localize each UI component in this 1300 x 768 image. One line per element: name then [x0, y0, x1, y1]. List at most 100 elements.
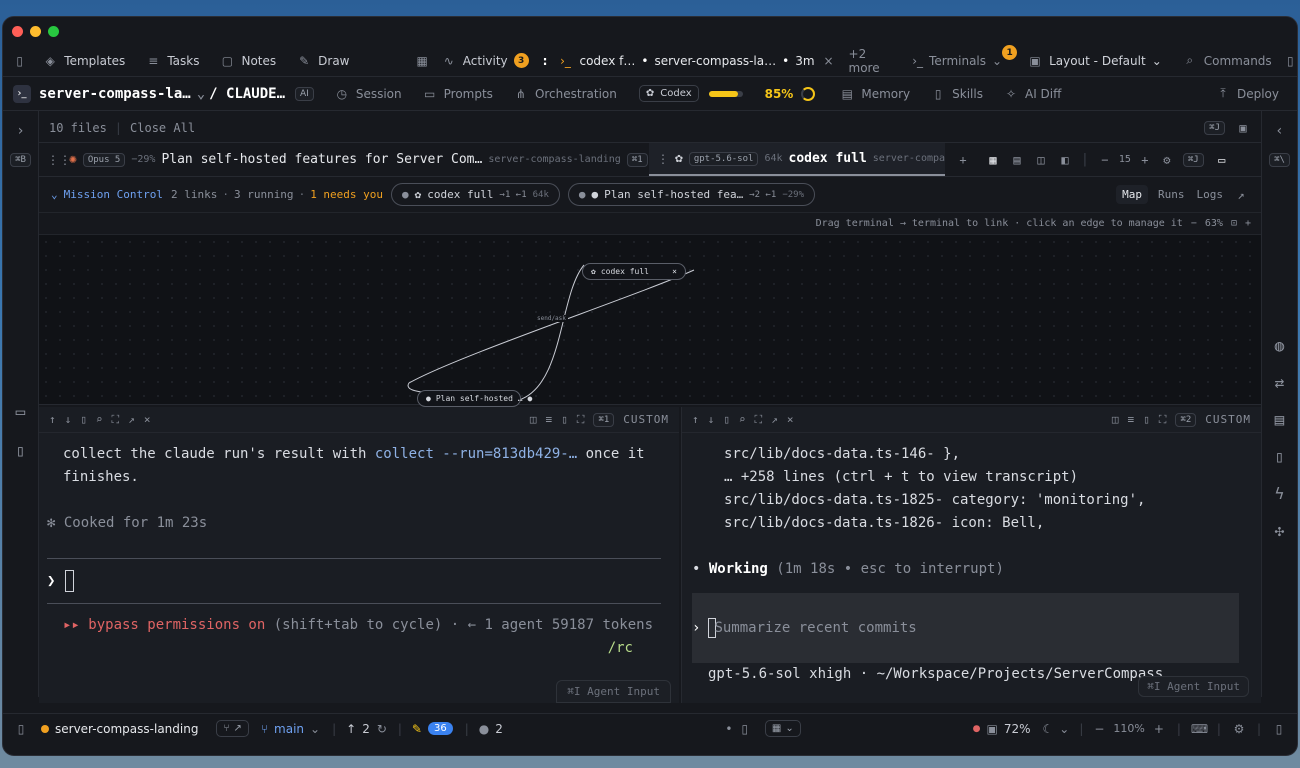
search-icon[interactable]: ⌕: [96, 413, 103, 426]
maximize-window-button[interactable]: [48, 25, 59, 37]
branch-selector[interactable]: ⑂ main ⌄: [261, 722, 320, 736]
fit-icon[interactable]: ⊡: [1231, 218, 1237, 229]
edge-a[interactable]: [518, 264, 585, 401]
arrow-up-icon[interactable]: ↑: [49, 413, 56, 426]
expand-icon[interactable]: ⛶: [1159, 413, 1167, 427]
columns-layout-icon[interactable]: ◫: [1033, 153, 1049, 167]
gear-icon[interactable]: ⚙: [1159, 153, 1175, 167]
skills-button[interactable]: ▯ Skills: [930, 87, 983, 101]
ai-diff-button[interactable]: ✧ AI Diff: [1003, 87, 1061, 101]
commands-button[interactable]: ⌕ Commands: [1182, 53, 1271, 68]
expand-icon[interactable]: ⛶: [577, 413, 585, 427]
session-button[interactable]: ◷ Session: [334, 87, 402, 101]
edits-badge[interactable]: ✎ 36: [412, 722, 453, 736]
session-tab-codex[interactable]: ›_ codex f…: [557, 54, 635, 68]
draw-button[interactable]: ✎ Draw: [296, 54, 349, 68]
file-icon[interactable]: ▯: [1143, 413, 1150, 426]
edge-b[interactable]: [407, 269, 695, 394]
expand-icon[interactable]: ⛶: [755, 413, 763, 427]
close-all-button[interactable]: Close All: [130, 121, 195, 135]
memory-button[interactable]: ▤ Memory: [839, 87, 910, 101]
rows-layout-icon[interactable]: ▤: [1009, 153, 1025, 167]
node-plan-self-hosted[interactable]: ● Plan self-hosted … ●: [417, 390, 532, 407]
zoom-out-icon[interactable]: −: [1097, 153, 1113, 167]
globe-icon[interactable]: ◍: [1262, 336, 1297, 355]
phone-icon[interactable]: ▯: [1262, 447, 1297, 466]
expand-icon[interactable]: ⛶: [112, 413, 120, 427]
trash-icon[interactable]: ▯: [80, 413, 87, 426]
mission-control-label[interactable]: Mission Control: [64, 188, 163, 201]
deploy-button[interactable]: ⤒ Deploy: [1215, 86, 1279, 101]
dot-icon[interactable]: •: [721, 722, 737, 736]
swap-icon[interactable]: ⇄: [1262, 373, 1297, 392]
input-box[interactable]: › Summarize recent commits: [692, 593, 1239, 663]
grid-layout-icon[interactable]: ▦: [985, 153, 1001, 167]
theme-toggle[interactable]: ☾ ⌄: [1043, 722, 1070, 736]
layout-chip[interactable]: ▦ ⌄: [764, 720, 801, 737]
list-icon[interactable]: ≡: [1127, 413, 1134, 426]
runs-tab[interactable]: Runs: [1158, 188, 1185, 201]
file-icon[interactable]: ▯: [3, 441, 38, 460]
tab-plan-self-hosted[interactable]: ⋮⋮ ✺ Opus 5 −29% Plan self-hosted featur…: [39, 143, 649, 176]
gear-icon[interactable]: ⚙: [1231, 722, 1247, 736]
split-icon[interactable]: ◫: [1112, 413, 1119, 426]
keyboard-icon[interactable]: ⌨: [1191, 722, 1208, 736]
prompts-button[interactable]: ▭ Prompts: [422, 87, 493, 101]
chevron-down-icon[interactable]: ⌄: [51, 188, 58, 201]
terminal-right[interactable]: ↑ ↓ ▯ ⌕ ⛶ ↗ × ◫ ≡ ▯ ⛶ ⌘2 CUSTOM src/lib/…: [681, 407, 1261, 703]
agent-input-button[interactable]: ⌘I Agent Input: [1138, 676, 1249, 697]
arrow-up-icon[interactable]: ↑: [692, 413, 699, 426]
arrow-down-icon[interactable]: ↓: [708, 413, 715, 426]
terminals-button[interactable]: ›_ Terminals ⌄ 1: [912, 45, 1023, 68]
popout-icon[interactable]: ↗: [128, 413, 135, 426]
map-tab[interactable]: Map: [1116, 185, 1148, 204]
chevron-left-icon[interactable]: ‹: [1262, 123, 1297, 139]
trash-icon[interactable]: ▯: [723, 413, 730, 426]
close-icon[interactable]: ×: [672, 267, 677, 276]
close-icon[interactable]: ×: [144, 413, 151, 426]
zoom-in-icon[interactable]: +: [1245, 218, 1251, 229]
logs-tab[interactable]: Logs: [1197, 188, 1224, 201]
panel-toggle-icon[interactable]: ▯: [1284, 54, 1297, 68]
close-window-button[interactable]: [12, 25, 23, 37]
cpu-indicator[interactable]: ● ▣ 72%: [973, 722, 1031, 736]
chevron-right-icon[interactable]: ›: [3, 123, 38, 139]
activity-button[interactable]: ∿ Activity 3: [441, 53, 529, 68]
ahead-count[interactable]: ↑ 2: [346, 722, 370, 736]
agent-input-button[interactable]: ⌘I Agent Input: [556, 680, 671, 703]
node-codex-full[interactable]: ✿ codex full ×: [582, 263, 686, 280]
close-icon[interactable]: ×: [821, 54, 837, 68]
file-path[interactable]: / CLAUDE…: [209, 86, 285, 102]
grid-icon[interactable]: ▦: [415, 54, 428, 68]
database-icon[interactable]: ▤: [1262, 410, 1297, 429]
panel-bottom-icon[interactable]: ▭: [1214, 153, 1230, 167]
puzzle-icon[interactable]: ✣: [1262, 521, 1297, 540]
file-icon[interactable]: ▯: [561, 413, 568, 426]
templates-button[interactable]: ◈ Templates: [42, 54, 126, 68]
zoom-out-icon[interactable]: −: [1091, 722, 1107, 736]
list-icon[interactable]: ≡: [545, 413, 552, 426]
input-line[interactable]: ❯: [47, 559, 655, 603]
pill-plan-self-hosted[interactable]: ● ● Plan self-hosted fea… →2 ←1 −29%: [567, 183, 815, 206]
session-tab-server[interactable]: server-compass-la… • 3m ×: [654, 54, 836, 68]
project-selector[interactable]: server-compass-la… ⌄: [39, 86, 205, 102]
zoom-in-icon[interactable]: +: [1151, 722, 1167, 736]
pill-codex-full[interactable]: ● ✿ codex full →1 ←1 64k: [391, 183, 560, 206]
split-icon[interactable]: ◫: [530, 413, 537, 426]
archive-icon[interactable]: ▣: [1235, 121, 1251, 135]
status-project[interactable]: server-compass-landing: [55, 722, 198, 736]
external-link-icon[interactable]: ↗: [1233, 188, 1249, 202]
folder-icon[interactable]: ▭: [3, 402, 38, 421]
zoom-out-icon[interactable]: −: [1191, 218, 1197, 229]
bolt-icon[interactable]: ϟ: [1262, 484, 1297, 503]
more-sessions[interactable]: +2 more: [849, 47, 893, 75]
codex-badge[interactable]: ✿ Codex: [638, 85, 699, 102]
tasks-button[interactable]: ≡ Tasks: [145, 54, 199, 68]
add-tab-icon[interactable]: +: [955, 153, 971, 167]
zoom-in-icon[interactable]: +: [1137, 153, 1153, 167]
notes-button[interactable]: ▢ Notes: [219, 54, 276, 68]
arrow-down-icon[interactable]: ↓: [65, 413, 72, 426]
sidebar-toggle-icon[interactable]: ▯: [13, 722, 29, 736]
popout-icon[interactable]: ↗: [771, 413, 778, 426]
split-layout-icon[interactable]: ◧: [1057, 153, 1073, 167]
